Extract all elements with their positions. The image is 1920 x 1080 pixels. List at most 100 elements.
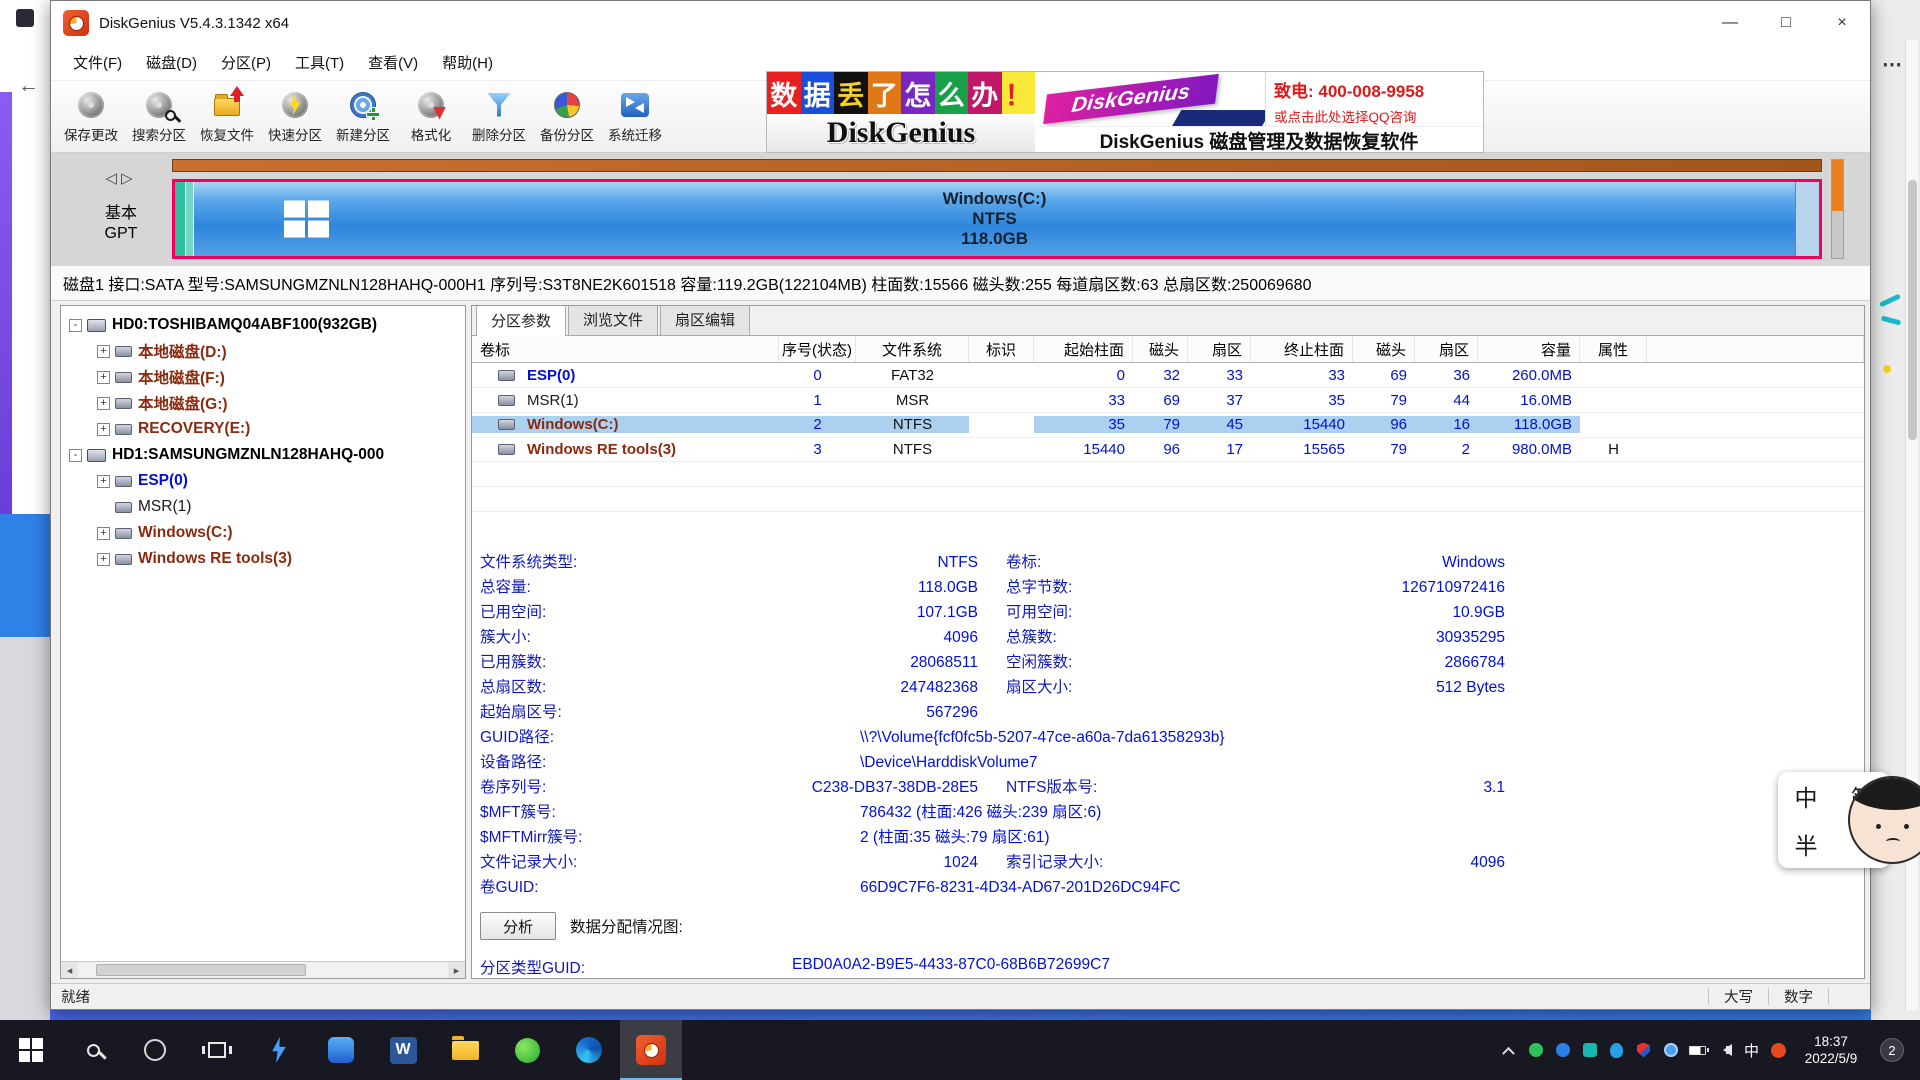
tray-qq[interactable] (1603, 1020, 1630, 1080)
expand-icon[interactable]: + (97, 423, 110, 436)
quick-partition-button[interactable]: 快速分区 (261, 84, 329, 150)
tree-item-local-g[interactable]: +本地磁盘(G:) (61, 390, 465, 416)
blue-app-icon (328, 1037, 354, 1063)
delete-funnel-icon (483, 90, 515, 120)
disk0-partition-strip[interactable] (172, 159, 1822, 172)
search-partition-button[interactable]: 搜索分区 (125, 84, 193, 150)
diskgenius-window: DiskGenius V5.4.3.1342 x64 — □ × 文件(F) 磁… (50, 0, 1871, 1010)
cortana-button[interactable] (124, 1020, 186, 1080)
save-changes-button[interactable]: 保存更改 (57, 84, 125, 150)
task-view-button[interactable] (186, 1020, 248, 1080)
tree-item-msr[interactable]: MSR(1) (61, 494, 465, 520)
expand-icon[interactable]: + (97, 345, 110, 358)
system-migration-button[interactable]: 系统迁移 (601, 84, 669, 150)
tree-item-local-d[interactable]: +本地磁盘(D:) (61, 338, 465, 364)
back-arrow-icon[interactable]: ← (18, 74, 39, 98)
delete-partition-button[interactable]: 删除分区 (465, 84, 533, 150)
pinned-app-lightning[interactable] (248, 1020, 310, 1080)
pinned-app-edge[interactable] (558, 1020, 620, 1080)
tab-browse-files[interactable]: 浏览文件 (568, 305, 658, 335)
promo-banner[interactable]: 数据丢了怎么办！ DiskGenius DiskGenius 致电: 400-0… (766, 71, 1484, 153)
pinned-app-green[interactable] (496, 1020, 558, 1080)
table-row-windows-re[interactable]: Windows RE tools(3) 3 NTFS 15440 96 17 1… (472, 438, 1864, 463)
recovery-partition-segment[interactable] (1795, 182, 1819, 256)
expand-icon[interactable]: + (97, 397, 110, 410)
menu-help[interactable]: 帮助(H) (430, 47, 505, 78)
task-view-icon (208, 1042, 226, 1058)
menu-tools[interactable]: 工具(T) (283, 47, 356, 78)
taskbar-diskgenius-active[interactable] (620, 1020, 682, 1080)
banner-qq-link[interactable]: 或点击此处选择QQ咨询 (1274, 106, 1475, 126)
taskbar-clock[interactable]: 18:37 2022/5/9 (1792, 1033, 1870, 1067)
tray-expand-button[interactable] (1495, 1020, 1522, 1080)
next-disk-icon[interactable]: ▷ (121, 170, 137, 187)
esp-partition-segment[interactable] (175, 182, 186, 256)
tree-item-esp[interactable]: +ESP(0) (61, 468, 465, 494)
windows-c-partition-segment[interactable]: Windows(C:) NTFS 118.0GB (194, 182, 1795, 256)
table-row-msr[interactable]: MSR(1) 1 MSR 33 69 37 35 79 44 16.0MB (472, 388, 1864, 413)
tree-item-recovery-e[interactable]: +RECOVERY(E:) (61, 416, 465, 442)
more-options-icon[interactable]: ⋯ (1882, 52, 1902, 77)
tree-item-windows-c[interactable]: +Windows(C:) (61, 520, 465, 546)
tray-security-shield[interactable] (1630, 1020, 1657, 1080)
pinned-app-word[interactable]: W (372, 1020, 434, 1080)
scrollbar-thumb[interactable] (1908, 180, 1917, 440)
maximize-button[interactable]: □ (1758, 1, 1814, 45)
tray-sogou[interactable] (1765, 1020, 1792, 1080)
menu-view[interactable]: 查看(V) (356, 47, 430, 78)
scroll-right-icon[interactable]: ▸ (448, 962, 465, 978)
window-title: DiskGenius V5.4.3.1342 x64 (99, 15, 289, 32)
partition-map-scrollbar[interactable] (1831, 159, 1844, 259)
scrollbar-thumb[interactable] (1832, 160, 1843, 211)
menu-disk[interactable]: 磁盘(D) (134, 47, 209, 78)
tray-green-app[interactable] (1522, 1020, 1549, 1080)
expand-icon[interactable]: + (97, 371, 110, 384)
menu-partition[interactable]: 分区(P) (209, 47, 283, 78)
tray-volume[interactable] (1711, 1020, 1738, 1080)
collapse-icon[interactable]: - (69, 319, 82, 332)
expand-icon[interactable]: + (97, 475, 110, 488)
taskbar-search-button[interactable] (62, 1020, 124, 1080)
ime-cn-indicator[interactable]: 中 (1795, 779, 1818, 813)
minimize-button[interactable]: — (1702, 1, 1758, 45)
tree-item-windows-re[interactable]: +Windows RE tools(3) (61, 546, 465, 572)
tray-snowflake-app[interactable] (1657, 1020, 1684, 1080)
data-allocation-label: 数据分配情况图: (570, 915, 683, 937)
new-partition-button[interactable]: 新建分区 (329, 84, 397, 150)
close-button[interactable]: × (1814, 1, 1870, 45)
tray-ime-indicator[interactable]: 中 (1738, 1020, 1765, 1080)
tab-sector-edit[interactable]: 扇区编辑 (660, 305, 750, 335)
pinned-app-file-explorer[interactable] (434, 1020, 496, 1080)
background-scrollbar[interactable] (1905, 40, 1918, 1010)
msr-partition-segment[interactable] (186, 182, 194, 256)
tab-partition-params[interactable]: 分区参数 (476, 305, 566, 336)
tray-teal-app[interactable] (1576, 1020, 1603, 1080)
table-row-windows-c[interactable]: Windows(C:) 2 NTFS 35 79 45 15440 96 16 … (472, 413, 1864, 438)
table-row-esp[interactable]: ESP(0) 0 FAT32 0 32 33 33 69 36 260.0MB (472, 363, 1864, 388)
prev-disk-icon[interactable]: ◁ (105, 170, 121, 187)
tree-item-local-f[interactable]: +本地磁盘(F:) (61, 364, 465, 390)
menu-file[interactable]: 文件(F) (61, 47, 134, 78)
format-button[interactable]: 格式化 (397, 84, 465, 150)
expand-icon[interactable]: + (97, 553, 110, 566)
action-center-button[interactable]: 2 (1870, 1038, 1914, 1062)
expand-icon[interactable]: + (97, 527, 110, 540)
collapse-icon[interactable]: - (69, 449, 82, 462)
banner-contact: 致电: 400-008-9958 或点击此处选择QQ咨询 (1265, 72, 1483, 126)
recover-files-button[interactable]: 恢复文件 (193, 84, 261, 150)
pinned-app-blue[interactable] (310, 1020, 372, 1080)
disk-nav-arrows[interactable]: ◁▷ (81, 169, 161, 187)
scroll-left-icon[interactable]: ◂ (61, 962, 78, 978)
analyze-button[interactable]: 分析 (480, 912, 556, 940)
partition-details: 文件系统类型:NTFS卷标:Windows 总容量:118.0GB总字节数:12… (472, 550, 1864, 900)
tree-item-hd1[interactable]: -HD1:SAMSUNGMZNLN128HAHQ-000 (61, 442, 465, 468)
tray-blue-app[interactable] (1549, 1020, 1576, 1080)
ime-halfwidth-indicator[interactable]: 半 (1795, 827, 1818, 861)
scrollbar-thumb[interactable] (96, 964, 306, 976)
backup-partition-button[interactable]: 备份分区 (533, 84, 601, 150)
tray-battery[interactable] (1684, 1020, 1711, 1080)
start-button[interactable] (0, 1020, 62, 1080)
tree-horizontal-scrollbar[interactable]: ◂ ▸ (61, 961, 465, 978)
tree-item-hd0[interactable]: -HD0:TOSHIBAMQ04ABF100(932GB) (61, 312, 465, 338)
volume-icon (115, 476, 132, 487)
